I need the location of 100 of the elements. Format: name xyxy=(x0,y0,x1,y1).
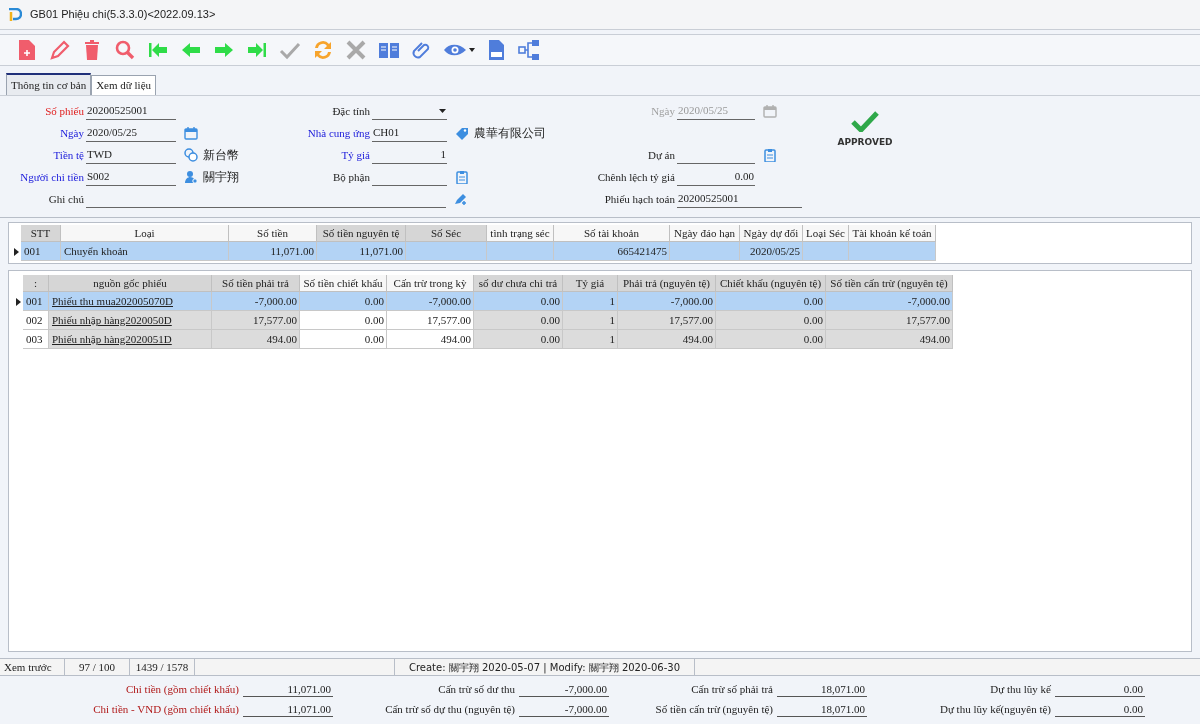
status-bar-text: 1439 / 1578 xyxy=(130,659,195,675)
table-cell xyxy=(803,242,849,261)
window-title: GB01 Phiệu chi(5.3.3.0)<2022.09.13> xyxy=(30,7,216,23)
total-label: Dự thu lũy kế(nguyên tệ) xyxy=(938,702,1052,717)
total-value: 11,071.00 xyxy=(243,681,333,697)
column-header[interactable]: Số Séc xyxy=(406,225,487,242)
total-value: -7,000.00 xyxy=(519,681,609,697)
coins-icon[interactable] xyxy=(184,148,198,162)
input-field[interactable]: 2020/05/25 xyxy=(86,124,176,142)
document-link[interactable]: Phiếu thu mua202005070D xyxy=(49,292,212,311)
field-label: Ngày xyxy=(59,125,85,141)
total-label: Cấn trừ số phải trả xyxy=(690,682,774,697)
caret-icon[interactable] xyxy=(469,48,475,52)
total-label: Cấn trừ số dư thu xyxy=(437,682,516,697)
column-header[interactable]: Số tiền cấn trừ (nguyên tệ) xyxy=(826,275,953,292)
input-field[interactable]: CH01 xyxy=(372,124,447,142)
input-field[interactable]: TWD xyxy=(86,146,176,164)
column-header[interactable]: Số tiền chiết khấu xyxy=(300,275,387,292)
tab[interactable]: Xem dữ liệu xyxy=(91,75,156,95)
status-bar-text: Xem trước xyxy=(0,659,65,675)
pencil-icon[interactable] xyxy=(47,38,71,62)
document-link[interactable]: Phiếu nhập hàng2020050D xyxy=(49,311,212,330)
total-label: Số tiền cấn trừ (nguyên tệ) xyxy=(654,702,774,717)
field-label: Tiền tệ xyxy=(52,147,85,163)
field-label: Nhà cung ứng xyxy=(306,125,371,141)
table-cell: 1 xyxy=(563,330,618,349)
clipboard-icon[interactable] xyxy=(763,148,777,162)
column-header[interactable]: Tỷ giá xyxy=(563,275,618,292)
table-cell: 1 xyxy=(563,292,618,311)
total-value: 0.00 xyxy=(1055,681,1145,697)
input-field[interactable]: 20200525001 xyxy=(677,190,802,208)
status-bar-text: Create: 關宇翔 2020-05-07 | Modify: 關宇翔 2020-06-30 xyxy=(395,659,695,675)
column-header[interactable]: STT xyxy=(21,225,61,242)
total-value: 18,071.00 xyxy=(777,681,867,697)
table-cell: 001 xyxy=(21,242,61,261)
input-field[interactable]: 1 xyxy=(372,146,447,164)
column-header[interactable]: Loại xyxy=(61,225,229,242)
total-value: -7,000.00 xyxy=(519,701,609,717)
table-cell: 003 xyxy=(23,330,49,349)
table-cell: 0.00 xyxy=(716,311,826,330)
status-bar-text: 97 / 100 xyxy=(65,659,130,675)
dropdown-arrow-icon[interactable] xyxy=(439,108,446,113)
column-header[interactable]: Số tài khoản xyxy=(554,225,670,242)
search-icon[interactable] xyxy=(113,38,137,62)
tab[interactable]: Thông tin cơ bản xyxy=(6,73,92,95)
table-cell: 665421475 xyxy=(554,242,670,261)
calendar-icon[interactable] xyxy=(184,126,198,140)
column-header[interactable]: Số tiền nguyên tệ xyxy=(317,225,406,242)
column-header[interactable]: Phải trả (nguyên tệ) xyxy=(618,275,716,292)
column-header[interactable]: Ngày dự đổi xyxy=(740,225,803,242)
tag-icon[interactable] xyxy=(455,126,469,140)
column-header[interactable]: Chiết khấu (nguyên tệ) xyxy=(716,275,826,292)
table-cell: 494.00 xyxy=(826,330,953,349)
app-logo-icon xyxy=(8,7,22,22)
field-label: Ghi chú xyxy=(47,191,85,207)
table-cell: -7,000.00 xyxy=(387,292,474,311)
column-header[interactable]: : xyxy=(23,275,49,292)
table-cell: 494.00 xyxy=(618,330,716,349)
column-header[interactable]: Số tiền xyxy=(229,225,317,242)
input-field[interactable]: 20200525001 xyxy=(86,102,176,120)
table-cell: 17,577.00 xyxy=(212,311,300,330)
total-value: 11,071.00 xyxy=(243,701,333,717)
table-cell: Chuyển khoản xyxy=(61,242,229,261)
table-cell: 0.00 xyxy=(300,292,387,311)
hierarchy-icon[interactable] xyxy=(517,38,541,62)
input-field[interactable]: 0.00 xyxy=(677,168,755,186)
pencil-plus-icon[interactable] xyxy=(454,192,468,206)
column-header[interactable]: Tài khoản kế toán xyxy=(849,225,936,242)
column-header[interactable]: nguồn gốc phiếu xyxy=(49,275,212,292)
lookup-name: 農華有限公司 xyxy=(474,125,546,142)
column-header[interactable]: Số tiền phải trả xyxy=(212,275,300,292)
document-link[interactable]: Phiếu nhập hàng2020051D xyxy=(49,330,212,349)
column-header[interactable]: tình trạng séc xyxy=(487,225,554,242)
column-header[interactable]: Loại Séc xyxy=(803,225,849,242)
field-label: Tỷ giá xyxy=(340,147,371,163)
field-label: Số phiếu xyxy=(44,103,85,119)
column-header[interactable]: số dư chưa chi trả xyxy=(474,275,563,292)
clipboard-icon[interactable] xyxy=(455,170,469,184)
field-label: Phiếu hạch toán xyxy=(603,191,676,207)
table-cell xyxy=(487,242,554,261)
table-cell: 17,577.00 xyxy=(618,311,716,330)
table-cell: 11,071.00 xyxy=(317,242,406,261)
table-cell: 0.00 xyxy=(474,330,563,349)
table-cell: 0.00 xyxy=(300,330,387,349)
table-cell: 002 xyxy=(23,311,49,330)
input-field[interactable]: S002 xyxy=(86,168,176,186)
table-cell: 0.00 xyxy=(716,330,826,349)
column-header[interactable]: Cấn trừ trong kỳ xyxy=(387,275,474,292)
table-cell: 17,577.00 xyxy=(387,311,474,330)
table-cell: -7,000.00 xyxy=(618,292,716,311)
calendar-icon[interactable] xyxy=(763,104,777,118)
person-icon[interactable] xyxy=(184,170,198,184)
table-cell: 17,577.00 xyxy=(826,311,953,330)
table-cell: 0.00 xyxy=(716,292,826,311)
field-label: Đặc tính xyxy=(331,103,371,119)
field-label: Ngày xyxy=(650,103,676,119)
table-cell: 494.00 xyxy=(387,330,474,349)
lookup-name: 關宇翔 xyxy=(203,169,239,186)
table-cell: 0.00 xyxy=(474,311,563,330)
column-header[interactable]: Ngày đáo hạn xyxy=(670,225,740,242)
